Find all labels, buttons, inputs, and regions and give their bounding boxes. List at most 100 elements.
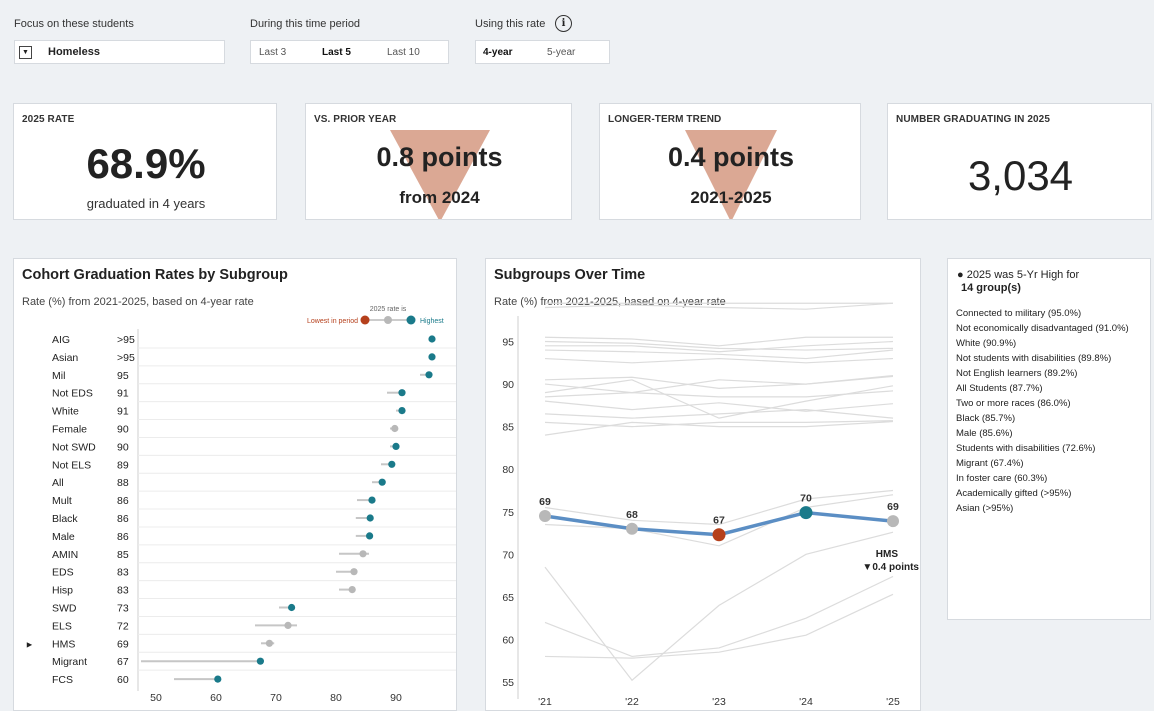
rate-dot[interactable] — [398, 389, 406, 397]
highlight-item: Connected to military (95.0%) — [956, 308, 1082, 319]
hms-change-label: ▼0.4 points — [862, 562, 919, 573]
dot-row: FCS 60 — [52, 669, 456, 686]
period-selector: Last 3 Last 5 Last 10 — [250, 40, 449, 64]
dot-row: Mil 95 — [52, 365, 456, 382]
subgroup-trend-line — [544, 357, 894, 364]
card-value: 3,034 — [967, 152, 1074, 199]
rate-dot[interactable] — [288, 603, 296, 612]
card-title: LONGER-TERM TREND — [608, 114, 722, 125]
highlights-list: Connected to military (95.0%) Not economi… — [956, 306, 1150, 516]
subgroup-chart-panel: Cohort Graduation Rates by Subgroup Rate… — [13, 258, 457, 711]
highlight-item: White (90.9%) — [956, 338, 1017, 349]
rate-selector: 4-year 5-year — [475, 40, 610, 64]
card-number-graduating: NUMBER GRADUATING IN 2025 3,034 — [887, 103, 1152, 220]
hms-point[interactable] — [712, 528, 726, 542]
card-vs-prior-year: VS. PRIOR YEAR 0.8 points from 2024 — [305, 103, 572, 220]
y-tick-label: 95 — [502, 337, 514, 349]
subgroup-trend-line — [544, 302, 894, 310]
rate-dot[interactable] — [214, 675, 222, 683]
subgroup-name: Not ELS — [52, 459, 91, 471]
rate-dot[interactable] — [368, 496, 376, 504]
subgroup-rate-label: 89 — [117, 459, 129, 471]
hms-point[interactable] — [539, 510, 551, 523]
subgroup-name: ELS — [52, 620, 72, 632]
dot-row: Black 86 — [52, 508, 456, 525]
subgroup-rate-label: >95 — [117, 352, 135, 364]
rate-dot[interactable] — [398, 407, 406, 415]
subgroup-rate-label: >95 — [117, 334, 135, 346]
dot-legend: 2025 rate is Lowest in period Highest — [307, 306, 444, 325]
rate-option-4-year[interactable]: 4-year — [483, 47, 512, 58]
highlight-item: Two or more races (86.0%) — [956, 398, 1071, 409]
y-tick-label: 65 — [502, 592, 514, 604]
dot-row: White 91 — [52, 401, 456, 418]
subgroup-rate-label: 91 — [117, 388, 129, 400]
info-icon[interactable]: i — [555, 15, 572, 32]
legend-highest-dot — [406, 315, 416, 325]
rate-dot[interactable] — [348, 586, 356, 594]
highlight-item: Migrant (67.4%) — [956, 458, 1024, 469]
subgroup-name: Mil — [52, 370, 65, 382]
card-title: VS. PRIOR YEAR — [314, 114, 397, 125]
selected-row-marker-icon: ► — [25, 639, 34, 649]
rate-dot[interactable] — [392, 442, 400, 450]
rate-dot[interactable] — [265, 639, 273, 647]
subgroup-name: Mult — [52, 495, 72, 507]
period-filter-label: During this time period — [250, 18, 361, 30]
period-option-last-3[interactable]: Last 3 — [259, 47, 286, 58]
rate-dot[interactable] — [388, 460, 396, 468]
hms-point-label: 68 — [626, 509, 638, 521]
subgroup-rate-label: 90 — [117, 441, 129, 453]
subgroup-rate-label: 60 — [117, 674, 129, 686]
hms-point[interactable] — [626, 522, 638, 535]
subgroup-name: EDS — [52, 567, 74, 579]
rate-dot[interactable] — [366, 532, 374, 540]
rate-dot[interactable] — [366, 514, 374, 522]
x-tick-label: '21 — [538, 696, 552, 708]
highlight-item: All Students (87.7%) — [956, 383, 1043, 394]
x-tick-label: 80 — [330, 692, 342, 704]
rate-dot[interactable] — [256, 657, 264, 665]
hms-point[interactable] — [887, 515, 899, 528]
card-value: 0.4 points — [667, 142, 795, 172]
card-title: NUMBER GRADUATING IN 2025 — [896, 114, 1050, 125]
rate-dot[interactable] — [350, 568, 358, 576]
rate-dot[interactable] — [428, 353, 436, 361]
rate-dot[interactable] — [391, 424, 399, 433]
subgroup-name: AMIN — [52, 549, 78, 561]
subgroup-trend-line — [544, 575, 894, 658]
subgroup-rate-label: 72 — [117, 620, 129, 632]
rate-dot[interactable] — [284, 621, 292, 629]
period-option-last-5[interactable]: Last 5 — [322, 47, 351, 58]
rate-dot[interactable] — [428, 335, 436, 343]
subgroup-rate-label: 88 — [117, 477, 129, 489]
subgroup-name: Male — [52, 531, 75, 543]
students-dropdown[interactable]: ▼ Homeless — [14, 40, 225, 64]
subgroup-rate-label: 86 — [117, 495, 129, 507]
subgroup-name: Black — [52, 513, 78, 525]
rate-dot[interactable] — [359, 550, 367, 558]
subgroup-trend-line — [544, 390, 894, 398]
hms-point-label: 67 — [713, 515, 725, 527]
legend-lowest-dot — [360, 315, 370, 325]
students-filter-label: Focus on these students — [14, 18, 134, 30]
subgroup-name: FCS — [52, 674, 73, 686]
period-option-last-10[interactable]: Last 10 — [387, 47, 420, 58]
subgroup-trend-line — [544, 420, 894, 428]
hms-point[interactable] — [799, 506, 813, 520]
rate-option-5-year[interactable]: 5-year — [547, 47, 575, 58]
subgroup-trend-line — [544, 409, 894, 419]
subgroup-name: Not SWD — [52, 441, 96, 453]
subgroup-name: White — [52, 406, 79, 418]
x-tick-label: 50 — [150, 692, 162, 704]
subgroup-rate-label: 67 — [117, 656, 129, 668]
highlight-item: In foster care (60.3%) — [956, 473, 1048, 484]
dot-row: Asian >95 — [52, 347, 456, 364]
highlights-count: 14 group(s) — [961, 282, 1021, 294]
subgroup-rate-label: 73 — [117, 603, 129, 615]
card-sub: 2021-2025 — [690, 188, 772, 207]
card-value: 0.8 points — [376, 142, 503, 172]
rate-dot[interactable] — [378, 478, 386, 486]
rate-dot[interactable] — [425, 371, 433, 379]
subgroup-trend-line — [544, 420, 894, 436]
